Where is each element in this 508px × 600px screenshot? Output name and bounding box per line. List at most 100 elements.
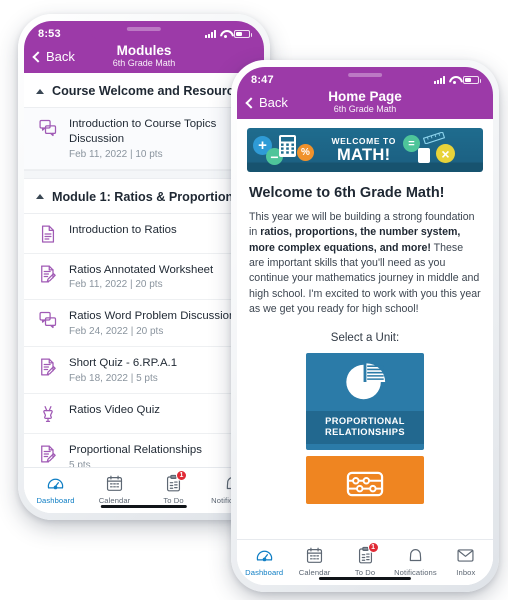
banner-line-2: MATH! [336,145,391,164]
module-item-meta: Feb 11, 2022 | 10 pts [69,148,163,160]
tab-calendar[interactable]: Calendar [289,546,339,577]
cellular-signal-icon [434,76,445,84]
bell-icon [406,546,425,565]
speaker-grille [126,27,161,31]
tab-dashboard[interactable]: Dashboard [26,474,85,505]
notch-left [88,21,200,40]
module-item-title: Short Quiz - 6.RP.A.1 [69,357,178,370]
module-item-meta: Feb 18, 2022 | 5 pts [69,373,158,385]
todo-clipboard-icon: 1 [356,542,379,565]
status-icon-group [434,76,481,84]
unit-caption-line-1: PROPORTIONAL [325,415,405,426]
module-item-title: Proportional Relationships [69,444,202,457]
module-item-body: Short Quiz - 6.RP.A.1 Feb 18, 2022 | 5 pt… [69,356,177,384]
notch-right [306,67,424,86]
assignment-icon [38,357,58,377]
select-a-unit-label: Select a Unit: [330,331,400,344]
module-item-title: Ratios Annotated Worksheet [69,263,214,276]
nav-bar-left: Back Modules 6th Grade Math [24,43,264,73]
tab-dashboard[interactable]: Dashboard [239,546,289,577]
discussion-icon [38,310,58,330]
calculator-icon [279,135,296,157]
home-indicator [100,504,188,508]
wifi-icon [449,76,459,84]
calendar-icon [305,546,324,565]
modules-list[interactable]: Course Welcome and Resources Introduction… [24,73,264,513]
badge-count: 1 [367,542,379,553]
calendar-icon [105,474,124,493]
assignment-icon [38,444,58,464]
tab-label: Dashboard [245,568,284,577]
quiz-rocket-icon [38,404,58,424]
tab-notifications[interactable]: Notifications [390,546,440,577]
back-button[interactable]: Back [32,49,75,64]
tab-inbox[interactable]: Inbox [441,546,491,577]
badge-count: 1 [176,470,187,481]
phone-screen-left: 8:53 Back Modules 6th Grade Math Course … [24,21,264,513]
unit-card-second[interactable] [306,455,424,504]
cellular-signal-icon [205,30,216,38]
module-list-item[interactable]: Short Quiz - 6.RP.A.1 Feb 18, 2022 | 5 pt… [24,347,264,395]
welcome-to-math-banner: + −% = × WELCOME TO MATH! [247,128,483,172]
module-item-title: Introduction to Course Topics Discussion [69,118,217,145]
phone-screen-right: 8:47 Back Home Page 6th Grade Math + −% = ×… [237,67,493,585]
speaker-grille [348,73,382,77]
times-circle-icon: × [436,144,455,163]
module-list-item[interactable]: Ratios Word Problem Discussion Feb 24, 20… [24,300,264,348]
tab-label: Inbox [456,568,476,577]
unit-caption: PROPORTIONAL RELATIONSHIPS [306,410,424,445]
welcome-paragraph: This year we will be building a strong f… [249,210,481,318]
back-label: Back [259,95,288,110]
welcome-heading: Welcome to 6th Grade Math! [249,185,445,201]
paragraph-bold: ratios, proportions, the number system, … [249,226,461,254]
discussion-icon [38,118,58,138]
unit-caption-line-2: RELATIONSHIPS [325,426,405,437]
module-header[interactable]: Course Welcome and Resources [24,73,264,108]
home-page-content[interactable]: + −% = × WELCOME TO MATH! Welcome to 6th Gr… [237,119,493,585]
home-indicator [318,576,412,580]
battery-icon [463,76,481,84]
module-item-meta: Feb 11, 2022 | 20 pts [69,279,163,291]
module-item-body: Introduction to Ratios [69,223,177,238]
module-header-label: Module 1: Ratios & Proportions [52,189,241,204]
tab-to-do[interactable]: 1 To Do [144,470,203,505]
status-icon-group [205,30,252,38]
module-item-meta: Feb 24, 2022 | 20 pts [69,326,164,338]
unit-card-proportional-relationships[interactable]: PROPORTIONAL RELATIONSHIPS [306,352,424,450]
module-list-item[interactable]: Ratios Annotated Worksheet Feb 11, 2022 |… [24,253,264,301]
module-list-item[interactable]: Introduction to Course Topics Discussion… [24,108,264,170]
abacus-icon [306,456,424,504]
banner-line-1: WELCOME TO [331,136,396,146]
back-label: Back [46,49,75,64]
ruler-icon [422,131,446,145]
module-item-title: Introduction to Ratios [69,223,177,236]
module-header[interactable]: Module 1: Ratios & Proportions [24,178,264,214]
module-item-body: Ratios Video Quiz [69,403,160,418]
tab-to-do[interactable]: 1 To Do [340,542,390,577]
caret-up-icon [36,88,44,94]
tab-calendar[interactable]: Calendar [85,474,144,505]
eraser-icon [418,148,430,163]
pie-chart-icon [306,353,424,411]
module-item-title: Ratios Video Quiz [69,404,160,417]
module-list-item[interactable]: Ratios Video Quiz [24,394,264,435]
chevron-left-icon [32,50,44,63]
todo-clipboard-icon: 1 [164,470,187,493]
chevron-left-icon [245,96,257,109]
module-item-body: Ratios Annotated Worksheet Feb 11, 2022 |… [69,263,213,291]
status-time: 8:47 [251,74,274,86]
back-button[interactable]: Back [245,95,288,110]
dashboard-gauge-icon [46,474,65,493]
nav-bar-right: Back Home Page 6th Grade Math [237,89,493,119]
status-time: 8:53 [38,28,61,40]
battery-icon [234,30,252,38]
dashboard-gauge-icon [255,546,274,565]
module-list-item[interactable]: Introduction to Ratios [24,213,264,254]
module-item-title: Ratios Word Problem Discussion [69,310,236,323]
tab-label: Dashboard [36,496,75,505]
module-header-label: Course Welcome and Resources [52,84,248,98]
wifi-icon [220,30,230,38]
module-item-body: Introduction to Course Topics Discussion… [69,117,252,160]
page-icon [38,224,58,244]
envelope-icon [456,546,475,565]
